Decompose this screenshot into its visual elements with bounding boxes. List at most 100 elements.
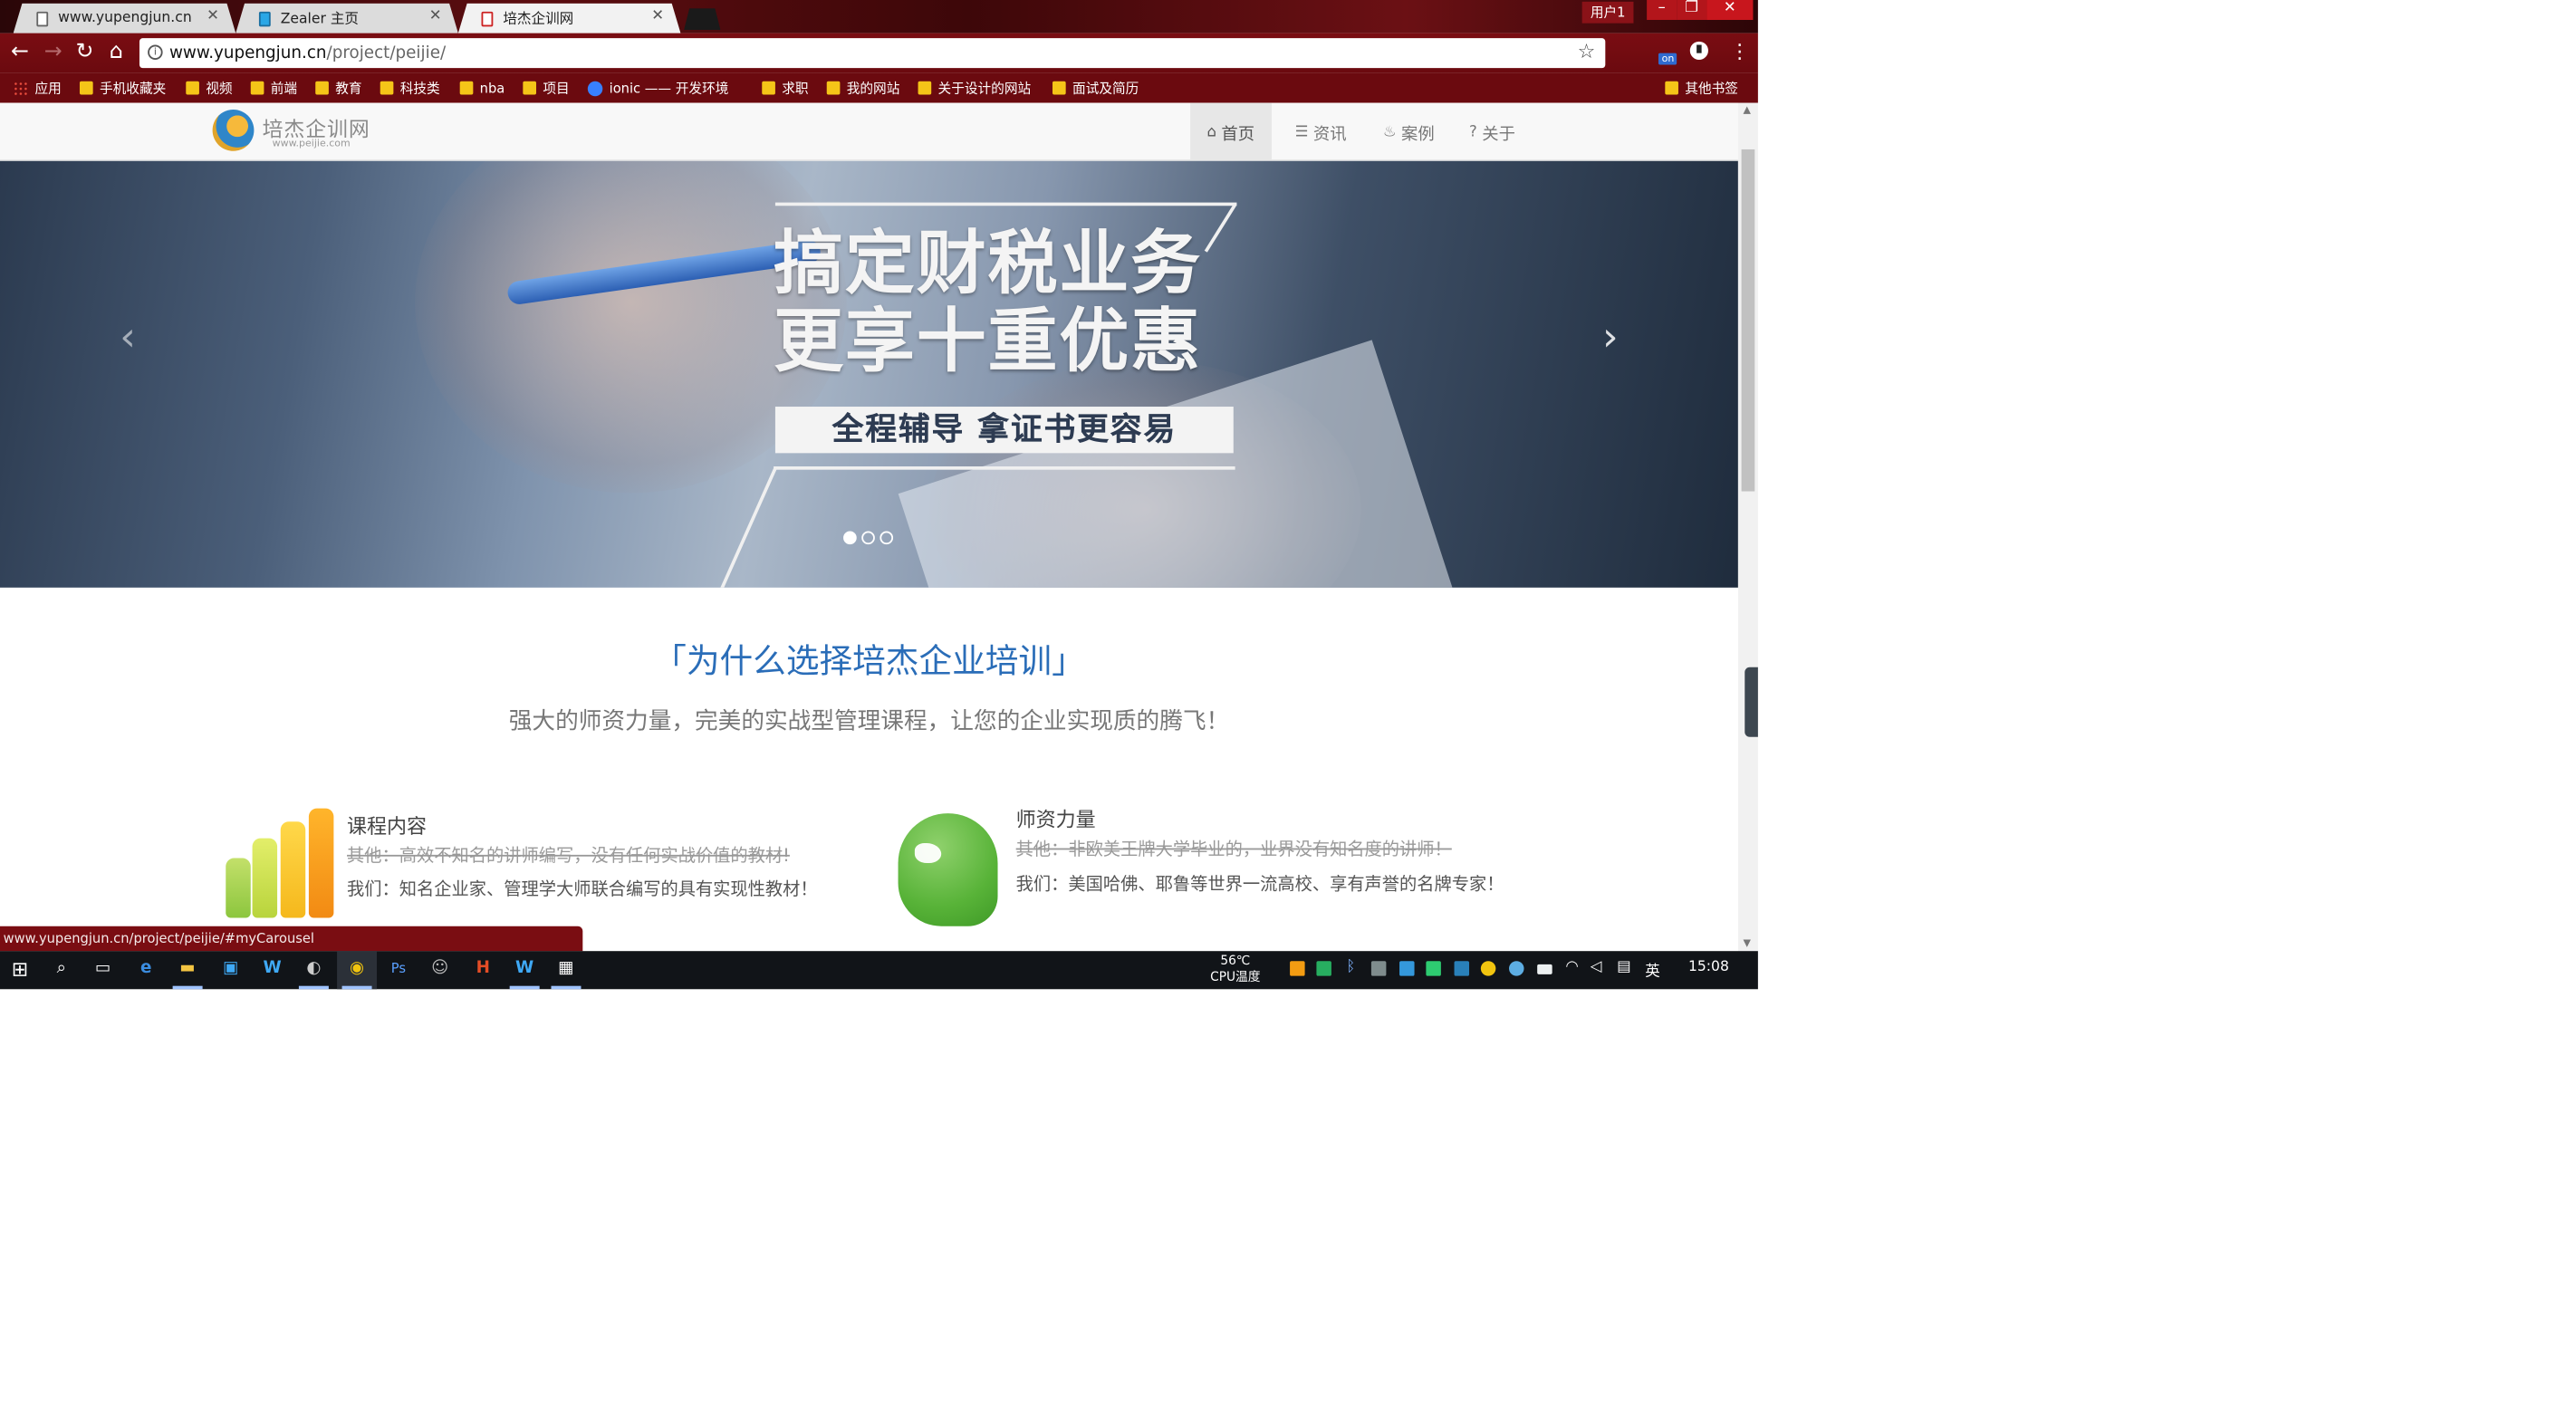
forward-icon[interactable]: → [42,40,65,66]
scroll-up-icon[interactable]: ▲ [1743,104,1750,116]
bookmark-folder[interactable]: nba [459,78,505,98]
chrome-icon[interactable]: ◉ [345,958,369,982]
battery-icon[interactable] [1537,964,1552,974]
tray-app-icon[interactable] [1480,961,1496,976]
bookmark-folder[interactable]: 关于设计的网站 [918,78,1032,98]
reload-icon[interactable]: ↻ [73,40,97,66]
nav-label: 关于 [1482,126,1515,145]
new-tab-button[interactable] [684,8,721,30]
nav-cases[interactable]: ♨ 案例 [1366,103,1451,161]
page-scrollbar[interactable]: ▲ ▼ [1737,102,1758,952]
home-icon: ⌂ [1206,123,1216,140]
task-view-icon[interactable]: ▭ [91,958,115,982]
other-bookmarks[interactable]: 其他书签 [1665,78,1738,98]
cpu-temperature[interactable]: 56℃ CPU温度 [1210,953,1260,986]
tray-app-icon[interactable] [1426,961,1441,976]
input-method-indicator[interactable]: 英 [1645,959,1660,981]
profile-button[interactable]: 用户1 [1581,1,1634,24]
home-icon[interactable]: ⌂ [104,40,128,66]
tab-yupengjun[interactable]: www.yupengjun.cn ✕ [13,3,236,34]
tab-title: 培杰企训网 [503,11,574,29]
html5-icon[interactable]: H [472,958,495,982]
carousel-indicator[interactable] [879,531,894,545]
bookmark-label: 科技类 [399,80,440,96]
windows-start-icon[interactable]: ⊞ [8,958,32,982]
bookmark-label: 项目 [543,80,570,96]
section-title: 「为什么选择培杰企业培训」 [653,640,1085,681]
webstorm-icon[interactable]: W [261,958,284,982]
action-center-icon[interactable]: ▤ [1617,959,1631,975]
bookmark-label: 我的网站 [846,80,900,96]
carousel-indicators [843,531,894,545]
logo-icon[interactable] [212,109,255,151]
bookmark-label: 其他书签 [1685,80,1738,96]
bookmark-label: ionic —— 开发环境 [609,80,729,96]
bookmark-star-icon[interactable]: ☆ [1578,40,1596,63]
search-icon[interactable]: ⌕ [50,958,73,982]
extension-icon[interactable] [1689,41,1708,60]
store-icon[interactable]: ▣ [219,958,243,982]
extension-on-badge[interactable]: on [1658,53,1678,65]
file-explorer-icon[interactable]: ▬ [176,958,199,982]
carousel-next-icon[interactable]: › [1585,313,1635,360]
scrollbar-thumb[interactable] [1741,149,1755,492]
nav-home[interactable]: ⌂ 首页 [1190,102,1272,161]
slide-headline-line-1: 搞定财税业务 [774,222,1202,304]
carousel-indicator[interactable] [861,531,875,545]
edge-icon[interactable]: e [134,958,158,982]
bookmark-apps[interactable]: 应用 [13,78,62,98]
nav-about[interactable]: ? 关于 [1453,103,1533,161]
side-panel-handle[interactable] [1745,667,1758,737]
bookmark-folder[interactable]: 求职 [762,78,809,98]
bluetooth-icon[interactable]: ᛒ [1346,959,1355,975]
restore-button[interactable]: ❐ [1677,0,1707,20]
back-icon[interactable]: ← [8,40,32,66]
close-tab-icon[interactable]: ✕ [207,8,219,24]
bookmark-label: 关于设计的网站 [937,80,1032,96]
nav-news[interactable]: ☰ 资讯 [1278,103,1363,161]
app-icon[interactable]: ☺ [428,958,452,982]
close-tab-icon[interactable]: ✕ [429,8,442,24]
feature-ours-text: 我们：知名企业家、管理学大师联合编写的具有实现性教材！ [347,879,818,900]
volume-icon[interactable]: ◁ [1591,959,1602,975]
address-bar[interactable]: i www.yupengjun.cn/project/peijie/ ☆ [139,38,1606,69]
close-tab-icon[interactable]: ✕ [651,8,664,24]
tab-title: Zealer 主页 [280,11,359,29]
tray-app-icon[interactable] [1509,961,1524,976]
tray-app-icon[interactable] [1290,961,1305,976]
carousel-prev-icon[interactable]: ‹ [103,313,153,360]
bookmark-folder[interactable]: 手机收藏夹 [79,78,166,98]
tab-zealer[interactable]: Zealer 主页 ✕ [235,3,458,34]
feature-title: 师资力量 [1015,808,1096,832]
webstorm-icon[interactable]: W [513,958,536,982]
close-window-button[interactable]: ✕ [1706,0,1754,20]
bookmark-ionic[interactable]: ionic —— 开发环境 [587,78,729,98]
taskbar-clock[interactable]: 15:08 [1688,959,1729,975]
wifi-icon[interactable]: ◠ [1565,959,1578,975]
site-info-icon[interactable]: i [148,44,163,60]
tray-app-icon[interactable] [1399,961,1415,976]
photoshop-icon[interactable]: Ps [387,958,410,982]
bookmark-label: nba [479,80,505,96]
bookmark-folder[interactable]: 科技类 [380,78,440,98]
bookmark-folder[interactable]: 视频 [186,78,233,98]
bookmark-folder[interactable]: 我的网站 [826,78,900,98]
tray-app-icon[interactable] [1370,961,1387,976]
carousel-indicator[interactable] [843,531,857,545]
tray-app-icon[interactable] [1316,961,1331,976]
browser-menu-icon[interactable]: ⋮ [1730,40,1750,63]
page-icon [481,10,494,26]
bookmark-folder[interactable]: 前端 [250,78,297,98]
tray-app-icon[interactable] [1454,961,1470,976]
calculator-icon[interactable]: ▦ [554,958,578,982]
tab-peijie[interactable]: 培杰企训网 ✕ [457,3,681,34]
minimize-button[interactable]: – [1647,0,1677,20]
app-icon[interactable]: ◐ [303,958,326,982]
hero-carousel[interactable]: 搞定财税业务 更享十重优惠 全程辅导 拿证书更容易 ‹ › [0,160,1738,588]
scroll-down-icon[interactable]: ▼ [1743,938,1750,950]
folder-icon [918,81,932,95]
bookmark-folder[interactable]: 教育 [315,78,362,98]
bookmark-folder[interactable]: 项目 [523,78,570,98]
bookmark-folder[interactable]: 面试及简历 [1052,78,1139,98]
folder-icon [523,81,536,95]
